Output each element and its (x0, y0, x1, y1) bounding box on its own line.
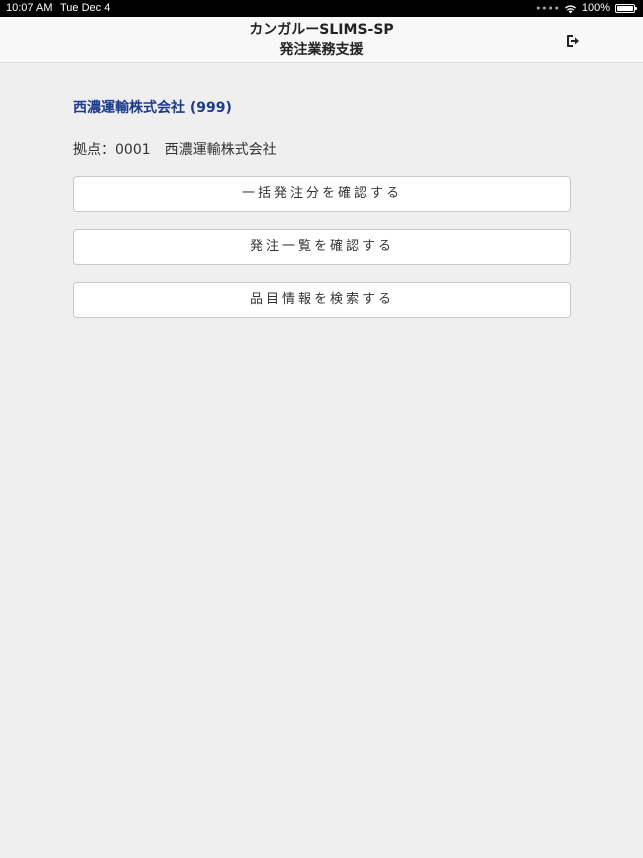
wifi-icon (564, 4, 576, 13)
check-bulk-orders-button[interactable]: 一括発注分を確認する (73, 176, 571, 212)
app-title-line1: カンガルーSLIMS-SP (249, 22, 394, 38)
status-date: Tue Dec 4 (60, 2, 111, 14)
base-name: 西濃運輸株式会社 (164, 142, 277, 158)
search-item-info-button[interactable]: 品目情報を検索する (73, 282, 571, 318)
base-info: 拠点：0001 西濃運輸株式会社 (73, 139, 277, 159)
base-code: 拠点：0001 (73, 142, 151, 158)
battery-percent: 100% (581, 2, 610, 14)
navigation-bar: カンガルーSLIMS-SP 発注業務支援 (0, 17, 643, 63)
logout-icon (567, 35, 579, 47)
logout-button[interactable] (565, 33, 581, 49)
company-name: 西濃運輸株式会社 (999) (73, 100, 232, 116)
battery-icon (615, 4, 637, 13)
app-title-line2: 発注業務支援 (279, 42, 364, 58)
check-order-list-button[interactable]: 発注一覧を確認する (73, 229, 571, 265)
status-bar: 10:07 AM Tue Dec 4 ● ● ● ● 100% (0, 0, 643, 17)
status-right-group: ● ● ● ● 100% (536, 0, 637, 17)
signal-dots-icon: ● ● ● ● (536, 5, 559, 12)
status-time: 10:07 AM (6, 2, 53, 14)
app-title: カンガルーSLIMS-SP 発注業務支援 (0, 20, 643, 60)
